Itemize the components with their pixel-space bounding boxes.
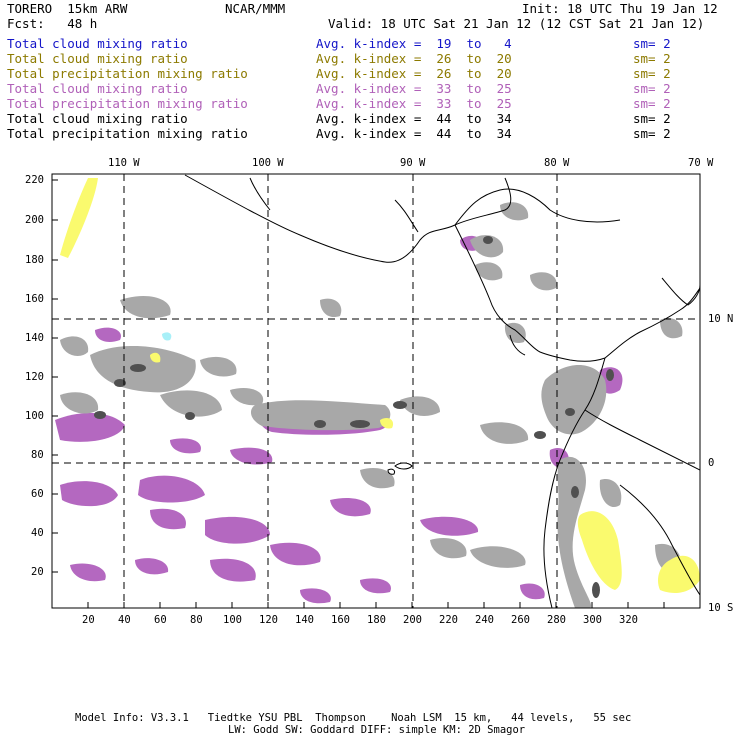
model-info-line1: Model Info: V3.3.1 Tiedtke YSU PBL Thomp… <box>75 712 632 724</box>
x-tick-label: 40 <box>118 614 131 626</box>
lat-label: 10 N <box>708 313 734 325</box>
x-tick-label: 320 <box>619 614 638 626</box>
x-tick-label: 260 <box>511 614 530 626</box>
field-layer <box>55 174 700 608</box>
x-tick-label: 220 <box>439 614 458 626</box>
cyan-field <box>162 332 172 341</box>
y-tick-label: 40 <box>31 527 44 539</box>
x-tick-label: 300 <box>583 614 602 626</box>
x-tick-label: 60 <box>154 614 167 626</box>
lon-label: 70 W <box>688 157 714 169</box>
x-tick-label: 240 <box>475 614 494 626</box>
x-tick-label: 140 <box>295 614 314 626</box>
y-tick-label: 200 <box>25 214 44 226</box>
x-tick-label: 20 <box>82 614 95 626</box>
y-tick-label: 220 <box>25 174 44 186</box>
forecast-map <box>51 173 701 609</box>
lon-label: 80 W <box>544 157 570 169</box>
x-tick-label: 280 <box>547 614 566 626</box>
x-tick-label: 160 <box>331 614 350 626</box>
y-tick-label: 180 <box>25 254 44 266</box>
y-tick-label: 120 <box>25 371 44 383</box>
x-tick-label: 180 <box>367 614 386 626</box>
lon-label: 110 W <box>108 157 140 169</box>
y-tick-label: 80 <box>31 449 44 461</box>
y-tick-label: 20 <box>31 566 44 578</box>
x-tick-label: 80 <box>190 614 203 626</box>
lon-label: 90 W <box>400 157 426 169</box>
x-tick-label: 200 <box>403 614 422 626</box>
y-tick-label: 160 <box>25 293 44 305</box>
lon-label: 100 W <box>252 157 284 169</box>
model-info-line2: LW: Godd SW: Goddard DIFF: simple KM: 2D… <box>228 724 526 736</box>
y-tick-label: 100 <box>25 410 44 422</box>
lat-label: 10 S <box>708 602 734 614</box>
x-tick-label: 100 <box>223 614 242 626</box>
lat-label: 0 <box>708 457 715 469</box>
y-tick-label: 140 <box>25 332 44 344</box>
y-tick-label: 60 <box>31 488 44 500</box>
x-tick-label: 120 <box>259 614 278 626</box>
